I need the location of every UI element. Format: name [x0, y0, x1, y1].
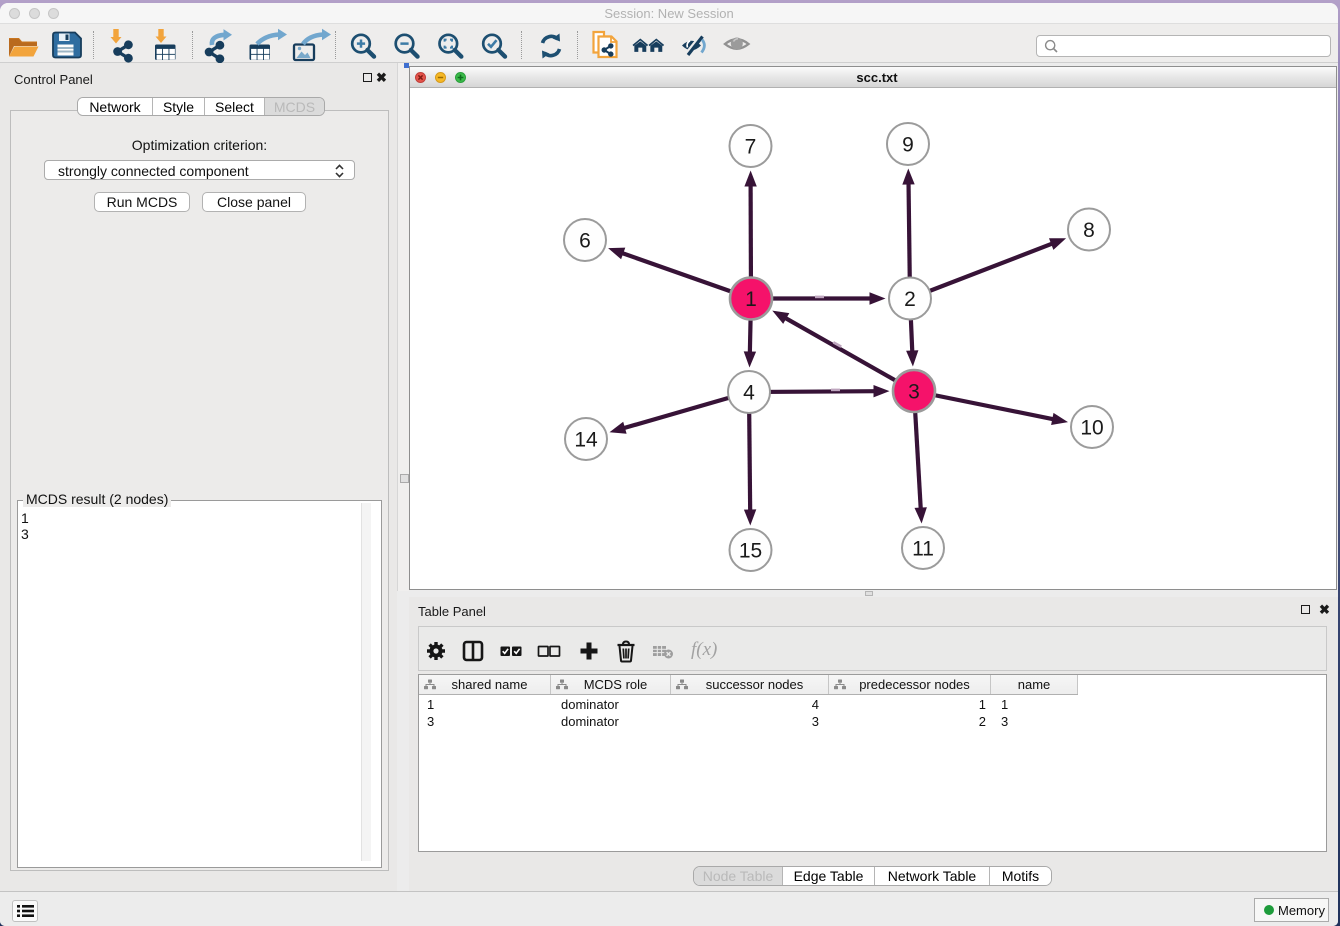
- svg-text:8: 8: [1083, 219, 1095, 242]
- svg-text:9: 9: [902, 134, 914, 157]
- svg-text:2: 2: [904, 288, 916, 311]
- svg-text:15: 15: [739, 540, 762, 563]
- svg-text:1: 1: [745, 288, 757, 311]
- svg-text:3: 3: [908, 381, 920, 404]
- svg-text:11: 11: [912, 538, 934, 561]
- svg-text:6: 6: [579, 230, 591, 253]
- svg-text:14: 14: [574, 429, 598, 452]
- svg-text:7: 7: [745, 136, 757, 159]
- svg-text:4: 4: [743, 382, 755, 405]
- svg-text:10: 10: [1080, 417, 1103, 440]
